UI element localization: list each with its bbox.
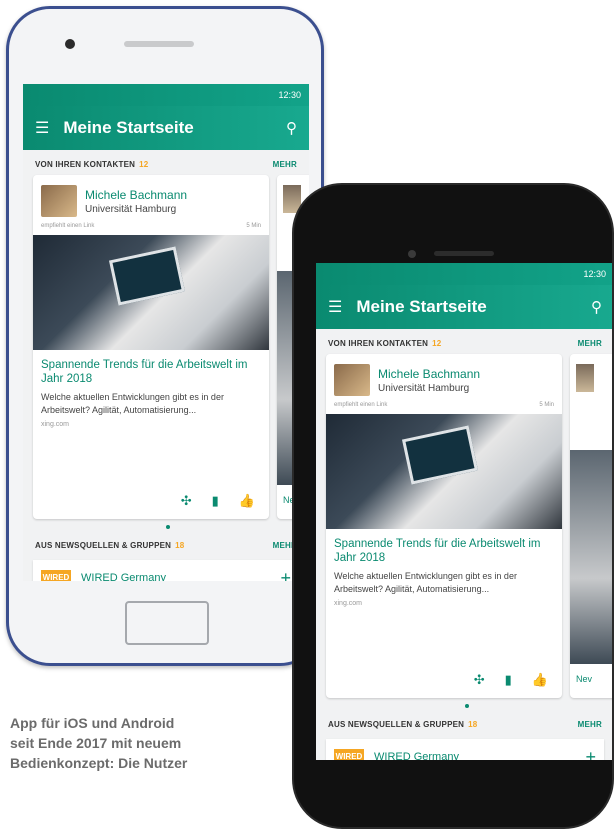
- news-label: AUS NEWSQUELLEN & GRUPPEN: [35, 541, 172, 550]
- menu-icon[interactable]: ☰: [328, 297, 342, 317]
- news-count: 18: [468, 720, 478, 729]
- peek-label: Nev: [576, 674, 593, 684]
- avatar[interactable]: [41, 185, 77, 217]
- article-image[interactable]: [326, 414, 562, 529]
- like-icon[interactable]: 👍: [239, 493, 255, 509]
- card-person: Michele Bachmann Universität Hamburg: [326, 354, 562, 400]
- add-icon[interactable]: +: [585, 747, 596, 761]
- status-time: 12:30: [278, 90, 301, 100]
- comment-icon[interactable]: ▮: [212, 493, 219, 509]
- carousel-dot: [465, 704, 469, 708]
- news-section-header: AUS NEWSQUELLEN & GRUPPEN 18 MEHR: [23, 531, 309, 556]
- iphone-screen: 12:30 ☰ Meine Startseite ⚲ VON IHREN KON…: [316, 263, 612, 760]
- news-more-link[interactable]: MEHR: [578, 720, 602, 729]
- contacts-more-link[interactable]: MEHR: [273, 160, 297, 169]
- like-icon[interactable]: 👍: [532, 672, 548, 688]
- news-label: AUS NEWSQUELLEN & GRUPPEN: [328, 720, 465, 729]
- android-screen: 12:30 ☰ Meine Startseite ⚲ VON IHREN KON…: [23, 84, 309, 581]
- news-source-name[interactable]: WIRED Germany: [81, 572, 280, 581]
- contacts-more-link[interactable]: MEHR: [578, 339, 602, 348]
- app-title: Meine Startseite: [356, 297, 487, 316]
- search-icon[interactable]: ⚲: [591, 298, 602, 316]
- home-button[interactable]: [125, 601, 209, 645]
- contacts-carousel: Michele Bachmann Universität Hamburg emp…: [316, 354, 612, 710]
- front-camera: [408, 250, 416, 258]
- news-section-header: AUS NEWSQUELLEN & GRUPPEN 18 MEHR: [316, 710, 612, 735]
- contact-name[interactable]: Michele Bachmann: [85, 188, 187, 202]
- caption-line-2: seit Ende 2017 mit neuem: [10, 735, 182, 751]
- contact-org: Universität Hamburg: [378, 382, 470, 394]
- android-phone: 12:30 ☰ Meine Startseite ⚲ VON IHREN KON…: [6, 6, 324, 666]
- share-icon[interactable]: ✣: [181, 493, 192, 509]
- wired-logo: WIRED: [41, 570, 71, 581]
- avatar[interactable]: [334, 364, 370, 396]
- article-body: Welche aktuellen Entwicklungen gibt es i…: [334, 570, 517, 594]
- caption-line-3: Bedienkonzept: Die Nutzer: [10, 755, 188, 771]
- card-activity: empfiehlt einen Link: [41, 223, 95, 229]
- contacts-label: VON IHREN KONTAKTEN: [35, 160, 136, 169]
- search-icon[interactable]: ⚲: [286, 119, 297, 137]
- comment-icon[interactable]: ▮: [505, 672, 512, 688]
- wired-logo: WIRED: [334, 749, 364, 760]
- speaker-grille: [124, 41, 194, 47]
- article-source: xing.com: [41, 420, 70, 428]
- article-headline[interactable]: Spannende Trends für die Arbeitswelt im …: [33, 350, 269, 389]
- contacts-label: VON IHREN KONTAKTEN: [328, 339, 429, 348]
- tablet-graphic: [401, 425, 479, 485]
- app-bar: ☰ Meine Startseite ⚲: [23, 106, 309, 150]
- recommendation-card[interactable]: Michele Bachmann Universität Hamburg emp…: [326, 354, 562, 698]
- contact-name[interactable]: Michele Bachmann: [378, 367, 480, 381]
- iphone: 12:30 ☰ Meine Startseite ⚲ VON IHREN KON…: [292, 183, 614, 829]
- card-meta: empfiehlt einen Link 5 Min: [33, 221, 269, 235]
- card-time: 5 Min: [539, 402, 554, 408]
- status-bar: 12:30: [316, 263, 612, 285]
- recommendation-card[interactable]: Michele Bachmann Universität Hamburg emp…: [33, 175, 269, 519]
- share-icon[interactable]: ✣: [474, 672, 485, 688]
- app-bar: ☰ Meine Startseite ⚲: [316, 285, 612, 329]
- image-caption: App für iOS und Android seit Ende 2017 m…: [10, 713, 187, 773]
- news-source-item[interactable]: WIRED WIRED Germany +: [33, 560, 299, 581]
- next-card-peek[interactable]: Nev: [570, 354, 612, 698]
- status-bar: 12:30: [23, 84, 309, 106]
- news-count: 18: [175, 541, 185, 550]
- contact-org: Universität Hamburg: [85, 203, 177, 215]
- news-source-item[interactable]: WIRED WIRED Germany +: [326, 739, 604, 760]
- article-image[interactable]: [33, 235, 269, 350]
- card-time: 5 Min: [246, 223, 261, 229]
- card-activity: empfiehlt einen Link: [334, 402, 388, 408]
- peek-avatar: [576, 364, 594, 392]
- menu-icon[interactable]: ☰: [35, 118, 49, 138]
- contacts-count: 12: [139, 160, 149, 169]
- card-meta: empfiehlt einen Link 5 Min: [326, 400, 562, 414]
- app-title: Meine Startseite: [63, 118, 194, 137]
- contacts-section-header: VON IHREN KONTAKTEN 12 MEHR: [23, 150, 309, 175]
- article-headline[interactable]: Spannende Trends für die Arbeitswelt im …: [326, 529, 562, 568]
- add-icon[interactable]: +: [280, 568, 291, 582]
- tablet-graphic: [108, 246, 186, 306]
- card-person: Michele Bachmann Universität Hamburg: [33, 175, 269, 221]
- contacts-section-header: VON IHREN KONTAKTEN 12 MEHR: [316, 329, 612, 354]
- carousel-dot: [166, 525, 170, 529]
- peek-image: [570, 450, 612, 664]
- caption-line-1: App für iOS und Android: [10, 715, 175, 731]
- card-actions: ✣ ▮ 👍: [181, 493, 255, 509]
- contacts-count: 12: [432, 339, 442, 348]
- front-camera: [65, 39, 75, 49]
- article-body: Welche aktuellen Entwicklungen gibt es i…: [41, 391, 224, 415]
- article-source: xing.com: [334, 599, 363, 607]
- speaker-grille: [434, 251, 494, 256]
- card-actions: ✣ ▮ 👍: [474, 672, 548, 688]
- contacts-carousel: Michele Bachmann Universität Hamburg emp…: [23, 175, 309, 531]
- news-source-name[interactable]: WIRED Germany: [374, 751, 585, 760]
- status-time: 12:30: [583, 269, 606, 279]
